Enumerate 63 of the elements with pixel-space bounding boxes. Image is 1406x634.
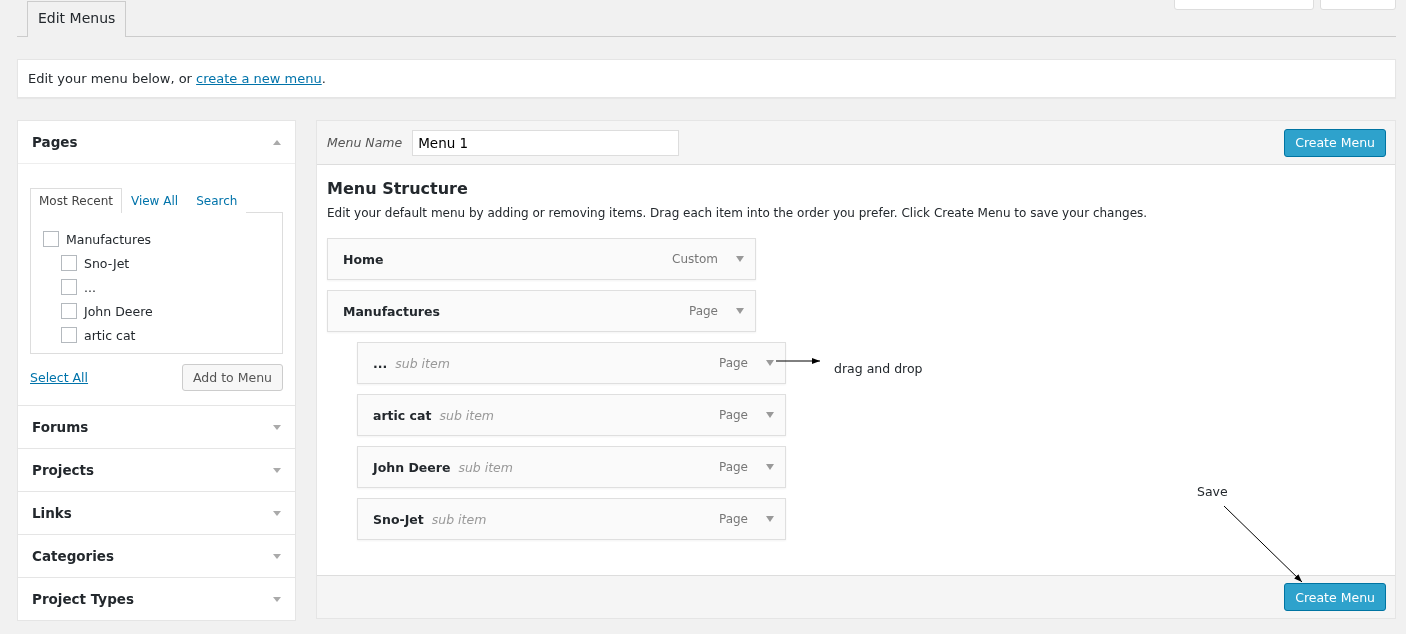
page-label: ... <box>84 279 96 295</box>
checkbox[interactable] <box>61 303 77 319</box>
notice: Edit your menu below, or create a new menu. <box>17 59 1396 98</box>
triangle-icon[interactable] <box>273 139 281 145</box>
menu-item-note: sub item <box>458 459 513 475</box>
section-title: Projects <box>32 462 95 478</box>
tab[interactable]: Edit Menus <box>27 1 127 37</box>
checkbox[interactable] <box>61 255 77 271</box>
menu-item[interactable]: Home Custom <box>327 238 756 280</box>
caret-icon[interactable] <box>766 412 774 418</box>
menu-item[interactable]: Sno-Jet sub item Page <box>357 498 786 540</box>
menu-item[interactable]: ... sub item Page <box>357 342 786 384</box>
menu-item[interactable]: artic cat sub item Page <box>357 394 786 436</box>
section-title: Links <box>32 505 72 521</box>
page-label: Sno-Jet <box>84 255 130 271</box>
triangle-icon[interactable] <box>273 596 281 602</box>
menu-item[interactable]: Manufactures Page <box>327 290 756 332</box>
menu-item-label: Home <box>343 251 384 267</box>
caret-icon[interactable] <box>736 256 744 262</box>
menu-item-note: sub item <box>431 511 487 527</box>
create-menu-link[interactable]: create a new menu <box>196 71 322 86</box>
select-all-link[interactable]: Select All <box>30 370 89 385</box>
menu-name-field[interactable]: Menu 1 <box>412 129 680 156</box>
triangle-icon[interactable] <box>273 424 281 430</box>
menu-item-label: Manufactures <box>343 303 440 319</box>
annotation-text: drag and drop <box>834 361 923 376</box>
menu-item-label: Sno-Jet <box>373 511 424 527</box>
caret-icon[interactable] <box>766 464 774 470</box>
checkbox[interactable] <box>61 327 77 343</box>
annotation-arrow <box>775 358 821 364</box>
section-title: Menu Structure <box>327 179 469 198</box>
triangle-icon[interactable] <box>273 467 281 473</box>
menu-item-note: sub item <box>395 355 450 371</box>
section-title: Categories <box>32 548 115 564</box>
annotation-text: Save <box>1197 484 1228 499</box>
caret-icon[interactable] <box>766 360 774 366</box>
menu-item-label: artic cat <box>373 407 432 423</box>
menu-item[interactable]: John Deere sub item Page <box>357 446 786 488</box>
menu-item-note: sub item <box>439 407 495 423</box>
menu-item-type: Custom <box>672 252 718 266</box>
triangle-icon[interactable] <box>273 510 281 516</box>
section-title: Project Types <box>32 591 135 607</box>
menu-name-label: Menu Name <box>327 135 403 150</box>
menu-item-type: Page <box>718 512 748 526</box>
menu-item-type: Page <box>718 460 748 474</box>
checkbox[interactable] <box>43 231 59 247</box>
menu-item-type: Page <box>718 356 748 370</box>
instructions: Edit your default menu by adding or removing items. Drag each item into the order you prefer. Click Create Menu to save your changes. <box>327 206 1149 220</box>
caret-icon[interactable] <box>766 516 774 522</box>
section-title: Pages <box>32 134 78 150</box>
menu-item-type: Page <box>718 408 748 422</box>
caret-icon[interactable] <box>736 308 744 314</box>
menu-item-label: John Deere <box>373 459 451 475</box>
menu-item-type: Page <box>688 304 718 318</box>
section-title: Forums <box>32 419 89 435</box>
menu-item-label: ... <box>373 355 388 371</box>
page-label: artic cat <box>84 327 136 343</box>
add-to-menu-button[interactable]: Add to Menu <box>181 364 283 391</box>
triangle-icon[interactable] <box>273 553 281 559</box>
tab[interactable]: Most Recent <box>30 188 122 213</box>
checkbox[interactable] <box>61 279 77 295</box>
page-label: Manufactures <box>66 231 152 247</box>
page-label: John Deere <box>84 303 153 319</box>
